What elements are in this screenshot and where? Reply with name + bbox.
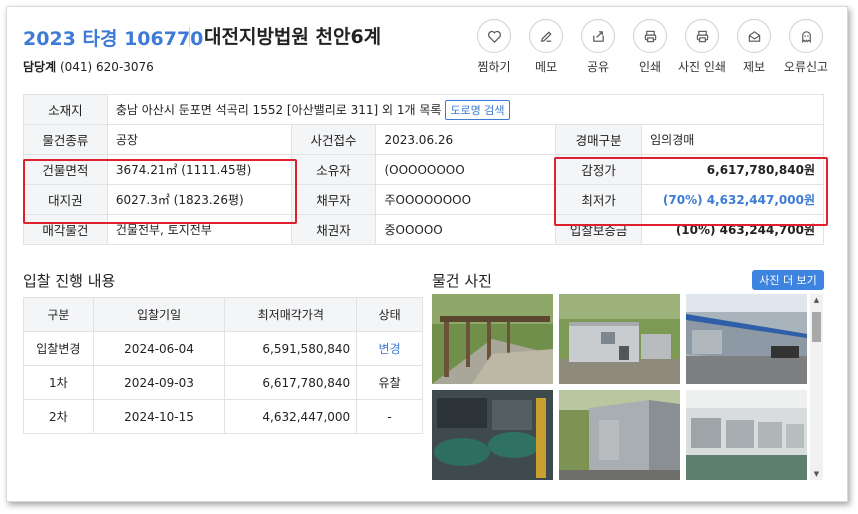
wishlist-button[interactable]: 찜하기 bbox=[468, 19, 520, 75]
bid-date: 2024-10-15 bbox=[92, 399, 226, 434]
bid-status-link[interactable]: 변경 bbox=[356, 331, 423, 366]
road-search-button[interactable]: 도로명 검색 bbox=[445, 99, 510, 120]
photos-title: 물건 사진 bbox=[432, 272, 492, 290]
printer-icon bbox=[633, 19, 667, 53]
bid-header-date: 입찰기일 bbox=[92, 297, 226, 332]
share-label: 공유 bbox=[586, 60, 610, 74]
error-report-button[interactable]: 오류신고 bbox=[780, 19, 832, 75]
scroll-down-arrow-icon[interactable]: ▼ bbox=[810, 468, 823, 480]
bid-category: 2차 bbox=[23, 399, 94, 434]
info-row-location: 소재지 충남 아산시 둔포면 석곡리 1552 [아산밸리로 311] 외 1개… bbox=[23, 94, 825, 125]
photo-thumbnail[interactable] bbox=[559, 294, 680, 384]
photo-thumbnail[interactable] bbox=[559, 390, 680, 480]
bid-header-row: 구분 입찰기일 최저매각가격 상태 bbox=[23, 297, 423, 332]
location-value: 충남 아산시 둔포면 석곡리 1552 [아산밸리로 311] 외 1개 목록 bbox=[115, 102, 442, 117]
price-highlight-box bbox=[554, 157, 828, 226]
owner-label: 소유자 bbox=[290, 154, 377, 185]
owner-value: (OOOOOOOO bbox=[375, 154, 557, 185]
photo-printer-icon bbox=[685, 19, 719, 53]
print-label: 인쇄 bbox=[638, 60, 662, 74]
photo-thumbnail[interactable] bbox=[686, 390, 807, 480]
photo-thumbnail[interactable] bbox=[686, 294, 807, 384]
court-name: 대전지방법원 천안6계 bbox=[204, 26, 382, 48]
photo-thumbnail[interactable] bbox=[432, 294, 553, 384]
received-label: 사건접수 bbox=[290, 124, 377, 155]
bid-header-status: 상태 bbox=[356, 297, 423, 332]
bid-price: 4,632,447,000 bbox=[224, 399, 358, 434]
bid-status: 유찰 bbox=[356, 365, 423, 400]
type-label: 물건종류 bbox=[23, 124, 108, 155]
table-row: 2차 2024-10-15 4,632,447,000 - bbox=[23, 399, 423, 434]
share-icon bbox=[581, 19, 615, 53]
photo-print-label: 사진 인쇄 bbox=[678, 60, 726, 74]
more-photos-button[interactable]: 사진 더 보기 bbox=[752, 270, 824, 290]
bid-history-title: 입찰 진행 내용 bbox=[23, 272, 116, 290]
type-value: 공장 bbox=[106, 124, 292, 155]
bid-header-price: 최저매각가격 bbox=[224, 297, 358, 332]
report-label: 제보 bbox=[742, 60, 766, 74]
bid-price: 6,617,780,840 bbox=[224, 365, 358, 400]
bid-history-table: 구분 입찰기일 최저매각가격 상태 입찰변경 2024-06-04 6,591,… bbox=[23, 297, 423, 434]
pencil-icon bbox=[529, 19, 563, 53]
title-divider bbox=[189, 27, 190, 47]
area-highlight-box bbox=[23, 159, 297, 224]
debtor-value: 주OOOOOOOO bbox=[375, 184, 557, 215]
action-toolbar: 찜하기 메모 공유 인쇄 사진 인쇄 제보 오류신고 bbox=[468, 19, 832, 75]
creditor-value: 중OOOOO bbox=[375, 214, 557, 245]
photo-gallery bbox=[432, 294, 812, 480]
mail-icon bbox=[737, 19, 771, 53]
photo-print-button[interactable]: 사진 인쇄 bbox=[676, 19, 728, 75]
creditor-label: 채권자 bbox=[290, 214, 377, 245]
contact-info: 담당계 (041) 620-3076 bbox=[23, 58, 154, 75]
location-cell: 충남 아산시 둔포면 석곡리 1552 [아산밸리로 311] 외 1개 목록 도… bbox=[106, 94, 825, 125]
contact-label: 담당계 bbox=[23, 60, 57, 74]
heart-icon bbox=[477, 19, 511, 53]
bid-status: - bbox=[356, 399, 423, 434]
gallery-scrollbar[interactable]: ▲ ▼ bbox=[810, 294, 823, 480]
contact-phone: (041) 620-3076 bbox=[59, 60, 154, 74]
debtor-label: 채무자 bbox=[290, 184, 377, 215]
photo-thumbnail[interactable] bbox=[432, 390, 553, 480]
report-button[interactable]: 제보 bbox=[728, 19, 780, 75]
print-button[interactable]: 인쇄 bbox=[624, 19, 676, 75]
location-label: 소재지 bbox=[23, 94, 108, 125]
ghost-icon bbox=[789, 19, 823, 53]
info-row-type: 물건종류 공장 사건접수 2023.06.26 경매구분 임의경매 bbox=[23, 124, 824, 155]
bid-category: 1차 bbox=[23, 365, 94, 400]
scroll-up-arrow-icon[interactable]: ▲ bbox=[810, 294, 823, 306]
bid-header-category: 구분 bbox=[23, 297, 94, 332]
received-value: 2023.06.26 bbox=[375, 124, 557, 155]
table-row: 입찰변경 2024-06-04 6,591,580,840 변경 bbox=[23, 331, 423, 366]
bid-category: 입찰변경 bbox=[23, 331, 94, 366]
scrollbar-thumb[interactable] bbox=[812, 312, 821, 342]
bid-date: 2024-09-03 bbox=[92, 365, 226, 400]
auction-type-value: 임의경매 bbox=[641, 124, 824, 155]
error-report-label: 오류신고 bbox=[783, 60, 829, 74]
bid-date: 2024-06-04 bbox=[92, 331, 226, 366]
auction-type-label: 경매구분 bbox=[555, 124, 643, 155]
wishlist-label: 찜하기 bbox=[477, 60, 511, 74]
case-number[interactable]: 2023 타경 106770 bbox=[23, 24, 203, 51]
memo-label: 메모 bbox=[534, 60, 558, 74]
share-button[interactable]: 공유 bbox=[572, 19, 624, 75]
bid-price: 6,591,580,840 bbox=[224, 331, 358, 366]
table-row: 1차 2024-09-03 6,617,780,840 유찰 bbox=[23, 365, 423, 400]
memo-button[interactable]: 메모 bbox=[520, 19, 572, 75]
